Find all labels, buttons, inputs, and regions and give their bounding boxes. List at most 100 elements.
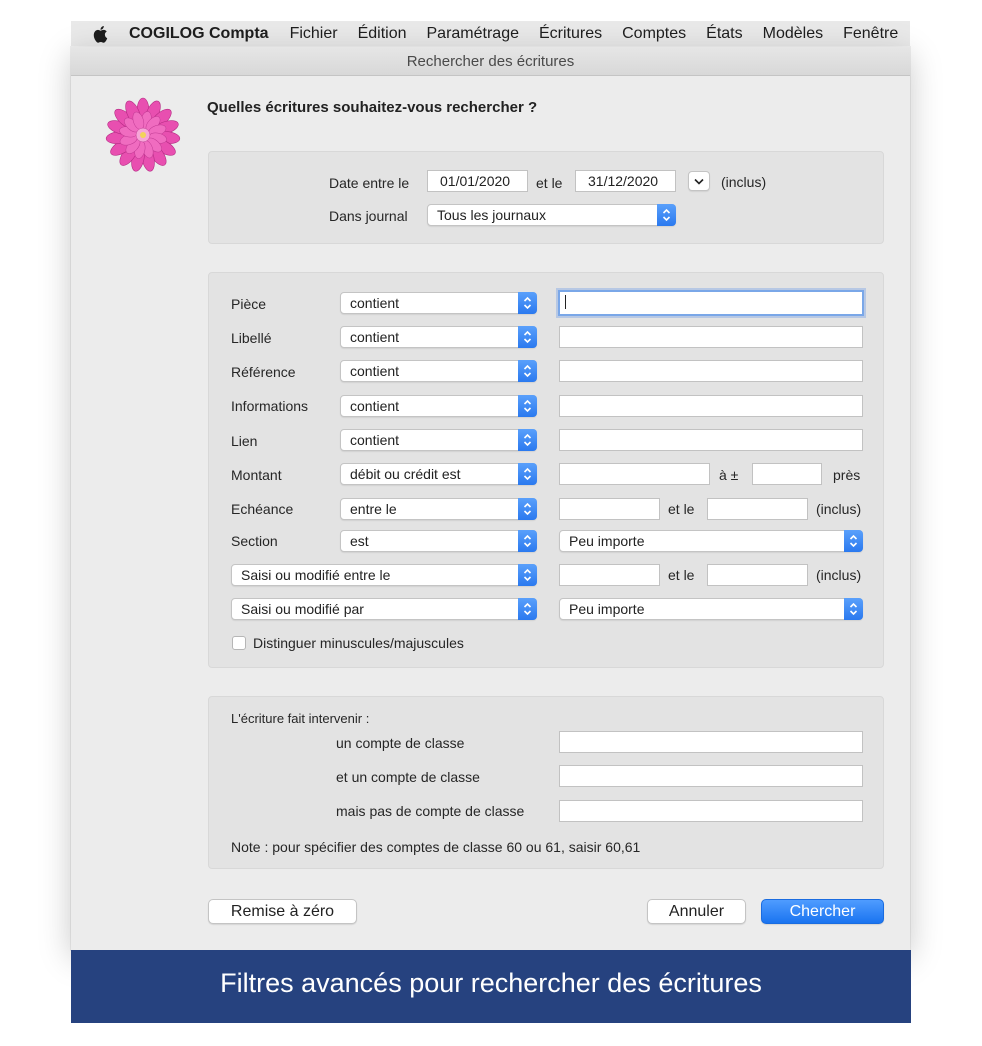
section-label: Section xyxy=(231,533,278,549)
echeance-to-input[interactable] xyxy=(707,498,808,520)
search-button[interactable]: Chercher xyxy=(761,899,884,924)
echeance-and-label: et le xyxy=(668,501,695,517)
updown-chevron-icon xyxy=(518,530,537,552)
libelle-value-input[interactable] xyxy=(559,326,863,348)
updown-chevron-icon xyxy=(518,326,537,348)
account-class-input-2[interactable] xyxy=(559,765,863,787)
lien-label: Lien xyxy=(231,433,258,449)
saisi-par-user-value: Peu importe xyxy=(569,601,645,617)
menu-ecritures[interactable]: Écritures xyxy=(539,25,602,43)
echeance-label: Echéance xyxy=(231,501,294,517)
account-class-label-1: un compte de classe xyxy=(336,735,465,751)
account-class-exclude-input[interactable] xyxy=(559,800,863,822)
accounts-note: Note : pour spécifier des comptes de cla… xyxy=(231,839,641,855)
echeance-from-input[interactable] xyxy=(559,498,660,520)
updown-chevron-icon xyxy=(844,530,863,552)
updown-chevron-icon xyxy=(518,564,537,586)
menu-fichier[interactable]: Fichier xyxy=(290,25,338,43)
montant-operator-select[interactable]: débit ou crédit est xyxy=(340,463,537,485)
date-from-field[interactable]: 01/01/2020 xyxy=(427,170,528,192)
saisi-par-select[interactable]: Saisi ou modifié par xyxy=(231,598,537,620)
journal-select[interactable]: Tous les journaux xyxy=(427,204,676,226)
updown-chevron-icon xyxy=(657,204,676,226)
piece-operator-select[interactable]: contient xyxy=(340,292,537,314)
lien-operator-value: contient xyxy=(350,432,400,448)
menu-comptes[interactable]: Comptes xyxy=(622,25,686,43)
updown-chevron-icon xyxy=(518,598,537,620)
journal-label: Dans journal xyxy=(329,208,408,224)
libelle-operator-select[interactable]: contient xyxy=(340,326,537,348)
case-sensitive-label[interactable]: Distinguer minuscules/majuscules xyxy=(253,635,464,651)
montant-tolerance-label: à ± xyxy=(719,467,739,483)
echeance-operator-select[interactable]: entre le xyxy=(340,498,537,520)
search-window: Rechercher des écritures Quelles écritur… xyxy=(71,47,910,950)
informations-operator-select[interactable]: contient xyxy=(340,395,537,417)
saisi-from-input[interactable] xyxy=(559,564,660,586)
date-journal-panel: Date entre le 01/01/2020 et le 31/12/202… xyxy=(208,151,884,244)
libelle-operator-value: contient xyxy=(350,329,400,345)
updown-chevron-icon xyxy=(518,395,537,417)
updown-chevron-icon xyxy=(844,598,863,620)
account-class-exclude-label: mais pas de compte de classe xyxy=(336,803,525,819)
menu-etats[interactable]: États xyxy=(706,25,742,43)
montant-label: Montant xyxy=(231,467,282,483)
informations-value-input[interactable] xyxy=(559,395,863,417)
updown-chevron-icon xyxy=(518,292,537,314)
updown-chevron-icon xyxy=(518,360,537,382)
reference-operator-select[interactable]: contient xyxy=(340,360,537,382)
saisi-entre-value: Saisi ou modifié entre le xyxy=(241,567,391,583)
apple-menu-icon[interactable] xyxy=(93,23,115,45)
date-period-menu-button[interactable] xyxy=(688,171,710,191)
echeance-operator-value: entre le xyxy=(350,501,397,517)
montant-value-input[interactable] xyxy=(559,463,710,485)
accounts-panel: L'écriture fait intervenir : un compte d… xyxy=(208,696,884,869)
menu-fenetre[interactable]: Fenêtre xyxy=(843,25,898,43)
lien-value-input[interactable] xyxy=(559,429,863,451)
saisi-to-input[interactable] xyxy=(707,564,808,586)
libelle-label: Libellé xyxy=(231,330,272,346)
updown-chevron-icon xyxy=(518,498,537,520)
caption-banner: Filtres avancés pour rechercher des écri… xyxy=(71,950,911,1023)
echeance-inclusive-label: (inclus) xyxy=(816,501,862,517)
window-title: Rechercher des écritures xyxy=(71,47,910,76)
menu-bar: COGILOG Compta Fichier Édition Paramétra… xyxy=(71,21,910,46)
reset-button[interactable]: Remise à zéro xyxy=(208,899,357,924)
piece-value-input[interactable] xyxy=(558,290,864,316)
account-class-input-1[interactable] xyxy=(559,731,863,753)
saisi-entre-select[interactable]: Saisi ou modifié entre le xyxy=(231,564,537,586)
section-operator-value: est xyxy=(350,533,369,549)
informations-label: Informations xyxy=(231,398,309,414)
reference-value-input[interactable] xyxy=(559,360,863,382)
lien-operator-select[interactable]: contient xyxy=(340,429,537,451)
section-value: Peu importe xyxy=(569,533,645,549)
cancel-button[interactable]: Annuler xyxy=(647,899,746,924)
menu-parametrage[interactable]: Paramétrage xyxy=(427,25,520,43)
informations-operator-value: contient xyxy=(350,398,400,414)
menu-edition[interactable]: Édition xyxy=(358,25,407,43)
date-between-label: Date entre le xyxy=(329,175,410,191)
menu-app-name[interactable]: COGILOG Compta xyxy=(129,25,269,43)
dahlia-flower-icon xyxy=(105,97,181,172)
updown-chevron-icon xyxy=(518,463,537,485)
section-value-select[interactable]: Peu importe xyxy=(559,530,863,552)
menu-modeles[interactable]: Modèles xyxy=(763,25,823,43)
montant-operator-value: débit ou crédit est xyxy=(350,466,461,482)
saisi-par-value: Saisi ou modifié par xyxy=(241,601,364,617)
reference-operator-value: contient xyxy=(350,363,400,379)
criteria-panel: Pièce contient Libellé contient Référenc… xyxy=(208,272,884,668)
piece-operator-value: contient xyxy=(350,295,400,311)
account-class-label-2: et un compte de classe xyxy=(336,769,480,785)
section-operator-select[interactable]: est xyxy=(340,530,537,552)
montant-tolerance-input[interactable] xyxy=(752,463,822,485)
montant-pres-label: près xyxy=(833,467,861,483)
date-to-field[interactable]: 31/12/2020 xyxy=(575,170,676,192)
saisi-and-label: et le xyxy=(668,567,695,583)
chevron-down-icon xyxy=(694,178,704,185)
saisi-inclusive-label: (inclus) xyxy=(816,567,862,583)
saisi-par-user-select[interactable]: Peu importe xyxy=(559,598,863,620)
accounts-heading: L'écriture fait intervenir : xyxy=(231,711,370,726)
case-sensitive-checkbox[interactable] xyxy=(232,636,246,650)
journal-select-value: Tous les journaux xyxy=(437,207,546,223)
text-caret xyxy=(565,295,566,309)
reference-label: Référence xyxy=(231,364,296,380)
